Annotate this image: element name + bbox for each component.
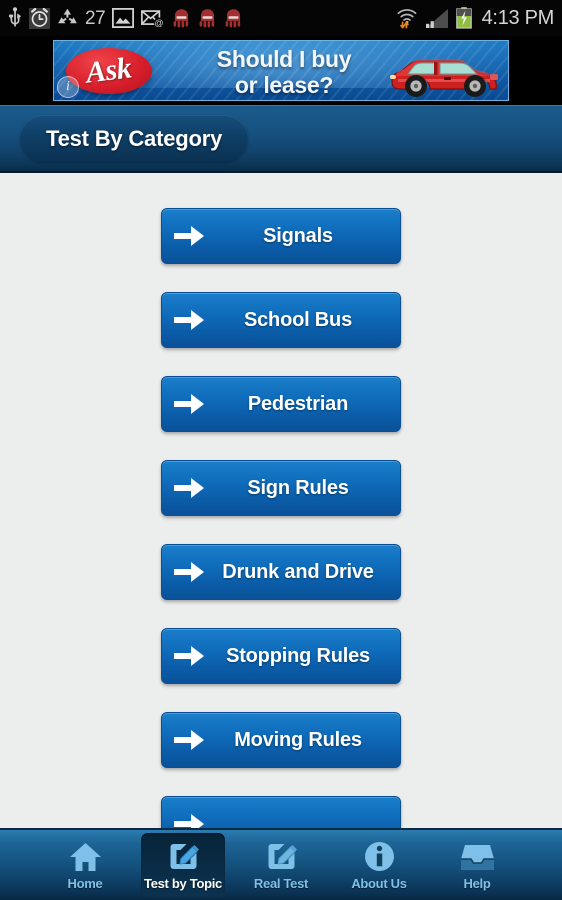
arrow-right-icon [162, 225, 216, 247]
nav-label: Help [463, 875, 491, 891]
category-button-sign-rules[interactable]: Sign Rules [161, 460, 401, 516]
app-root: 27 @ 4:13 PM Ask Should I buy or lease? … [0, 0, 562, 900]
arrow-right-icon [162, 309, 216, 331]
category-label: Signals [263, 224, 333, 247]
octopus-notification-icon-2 [198, 8, 217, 28]
nav-item-home[interactable]: Home [43, 833, 127, 897]
ad-zone: Ask Should I buy or lease? i [0, 36, 562, 105]
ad-headline-line1: Should I buy [216, 46, 352, 72]
nav-label: Home [67, 875, 103, 891]
category-label: Stopping Rules [226, 644, 370, 667]
category-label: Drunk and Drive [222, 560, 374, 583]
ad-banner[interactable]: Ask Should I buy or lease? i [53, 40, 509, 101]
category-button-school-bus[interactable]: School Bus [161, 292, 401, 348]
category-label: Sign Rules [247, 476, 349, 499]
arrow-right-icon [162, 645, 216, 667]
red-car-illustration [390, 59, 498, 97]
sync-recycle-icon [57, 8, 78, 28]
email-icon: @ [141, 9, 165, 28]
status-bar-left-icons: 27 @ [8, 7, 396, 29]
status-bar: 27 @ 4:13 PM [0, 0, 562, 36]
edit-note-icon [168, 840, 199, 874]
arrow-right-icon [162, 813, 216, 828]
category-label: Pedestrian [247, 392, 349, 415]
ad-info-icon[interactable]: i [57, 76, 79, 98]
arrow-right-icon [162, 477, 216, 499]
svg-text:@: @ [155, 18, 164, 28]
edit-note-icon [266, 840, 297, 874]
page-title-text: Test By Category [46, 125, 223, 151]
arrow-right-icon [162, 393, 216, 415]
ask-brand-text: Ask [84, 51, 134, 90]
category-button-stopping-rules[interactable]: Stopping Rules [161, 628, 401, 684]
nav-label: Test by Topic [144, 875, 222, 891]
category-label: School Bus [243, 308, 352, 331]
category-button-list: Signals School Bus Pedestrian Sign Rules… [0, 173, 562, 828]
cellular-signal-icon [425, 8, 449, 29]
alarm-clock-icon [29, 7, 50, 29]
home-icon [69, 840, 102, 874]
app-header: Test By Category [0, 105, 562, 173]
nav-item-about-us[interactable]: About Us [337, 833, 421, 897]
nav-label: About Us [351, 875, 407, 891]
page-title: Test By Category [20, 115, 249, 162]
category-button-drunk-and-drive[interactable]: Drunk and Drive [161, 544, 401, 600]
nav-label: Real Test [253, 875, 309, 891]
nav-item-real-test[interactable]: Real Test [239, 833, 323, 897]
notification-count: 27 [85, 7, 106, 29]
status-bar-right-icons: 4:13 PM [396, 7, 554, 29]
category-button-pedestrian[interactable]: Pedestrian [161, 376, 401, 432]
inbox-tray-icon [460, 840, 494, 874]
wifi-transfer-icon [396, 7, 418, 29]
ad-headline: Should I buy or lease? [174, 46, 394, 98]
battery-charging-icon [455, 7, 472, 29]
content-area: Signals School Bus Pedestrian Sign Rules… [0, 173, 562, 828]
arrow-right-icon [162, 729, 216, 751]
nav-item-test-by-topic[interactable]: Test by Topic [141, 833, 225, 897]
clock-time: 4:13 PM [481, 7, 555, 29]
usb-icon [8, 7, 22, 29]
gallery-image-icon [112, 8, 135, 28]
nav-item-help[interactable]: Help [435, 833, 519, 897]
category-button-moving-rules[interactable]: Moving Rules [161, 712, 401, 768]
octopus-notification-icon-3 [224, 8, 243, 28]
ad-headline-line2: or lease? [234, 72, 334, 98]
category-label: Moving Rules [234, 728, 362, 751]
category-button-signals[interactable]: Signals [161, 208, 401, 264]
octopus-notification-icon-1 [172, 8, 191, 28]
arrow-right-icon [162, 561, 216, 583]
info-circle-icon [364, 840, 395, 874]
bottom-navigation-bar: Home Test by Topic Real Test About Us He… [0, 828, 562, 900]
category-button-partial[interactable] [161, 796, 401, 828]
